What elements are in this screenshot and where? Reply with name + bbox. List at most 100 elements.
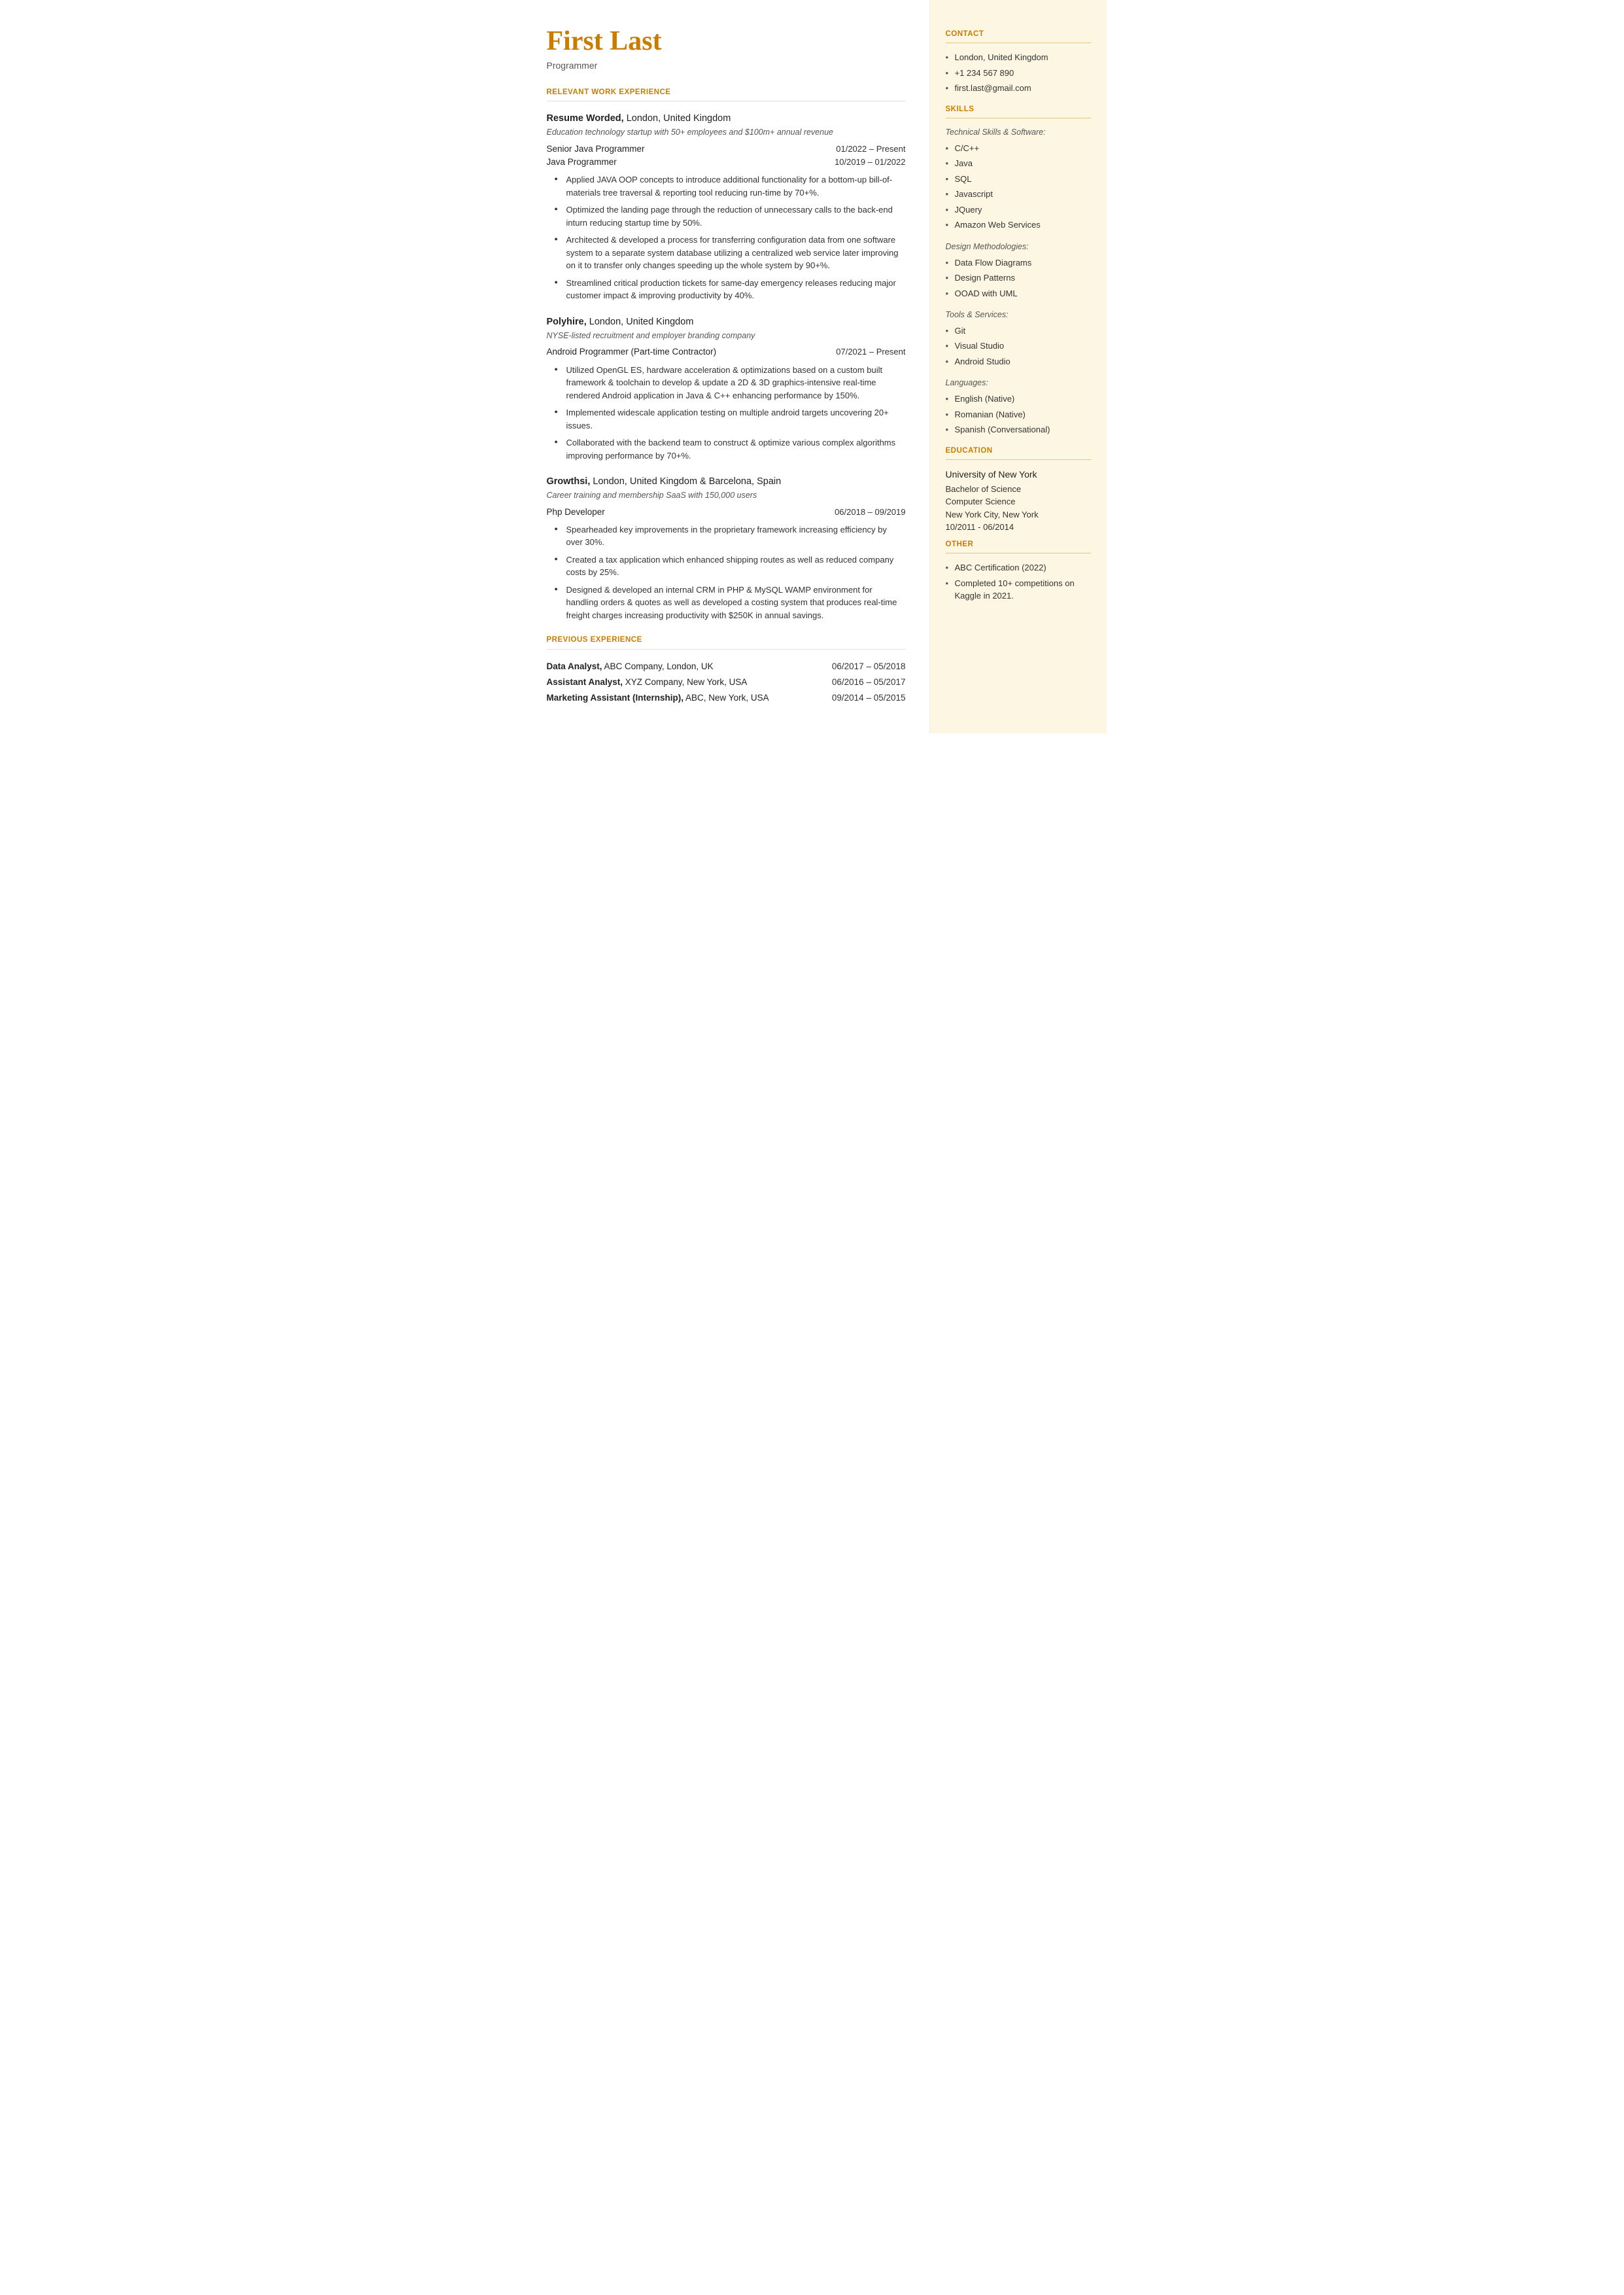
bullets-1: Applied JAVA OOP concepts to introduce a… <box>555 173 906 302</box>
bullet-1-2: Optimized the landing page through the r… <box>555 203 906 229</box>
candidate-title: Programmer <box>547 59 906 73</box>
prev-exp-row-2: Assistant Analyst, XYZ Company, New York… <box>547 676 906 689</box>
job-row-1b: Java Programmer 10/2019 – 01/2022 <box>547 156 906 169</box>
company-name-1: Resume Worded, London, United Kingdom <box>547 112 906 126</box>
field: Computer Science <box>946 495 1091 508</box>
candidate-name: First Last <box>547 26 906 56</box>
tools-skills-list: Git Visual Studio Android Studio <box>946 324 1091 368</box>
resume-page: First Last Programmer RELEVANT WORK EXPE… <box>518 0 1107 733</box>
skill-technical-5: JQuery <box>946 203 1091 217</box>
design-skills-list: Data Flow Diagrams Design Patterns OOAD … <box>946 256 1091 300</box>
prev-rest-3: ABC, New York, USA <box>683 693 769 703</box>
other-item-1: ABC Certification (2022) <box>946 561 1091 574</box>
design-label: Design Methodologies: <box>946 241 1091 253</box>
prev-title-2: Assistant Analyst, XYZ Company, New York… <box>547 676 748 689</box>
technical-label: Technical Skills & Software: <box>946 126 1091 139</box>
other-header: OTHER <box>946 539 1091 553</box>
bullets-3: Spearheaded key improvements in the prop… <box>555 523 906 622</box>
language-3: Spanish (Conversational) <box>946 423 1091 436</box>
relevant-work-header: RELEVANT WORK EXPERIENCE <box>547 87 906 101</box>
bullet-1-3: Architected & developed a process for tr… <box>555 234 906 272</box>
company-bold-2: Polyhire, <box>547 317 587 327</box>
prev-rest-2: XYZ Company, New York, USA <box>623 677 747 687</box>
company-name-3: Growthsi, London, United Kingdom & Barce… <box>547 475 906 489</box>
skill-design-2: Design Patterns <box>946 272 1091 285</box>
university-name: University of New York <box>946 468 1091 482</box>
bullet-1-1: Applied JAVA OOP concepts to introduce a… <box>555 173 906 199</box>
job-date-3a: 06/2018 – 09/2019 <box>835 506 905 519</box>
bullet-2-3: Collaborated with the backend team to co… <box>555 436 906 462</box>
contact-list: London, United Kingdom +1 234 567 890 fi… <box>946 51 1091 95</box>
skill-design-1: Data Flow Diagrams <box>946 256 1091 270</box>
previous-exp-header: PREVIOUS EXPERIENCE <box>547 635 906 649</box>
company-desc-3: Career training and membership SaaS with… <box>547 489 906 502</box>
company-name-2: Polyhire, London, United Kingdom <box>547 315 906 330</box>
left-column: First Last Programmer RELEVANT WORK EXPE… <box>518 0 930 733</box>
education-header: EDUCATION <box>946 446 1091 460</box>
company-bold-3: Growthsi, <box>547 476 591 487</box>
language-2: Romanian (Native) <box>946 408 1091 421</box>
company-bold-1: Resume Worded, <box>547 113 624 124</box>
bullets-2: Utilized OpenGL ES, hardware acceleratio… <box>555 364 906 463</box>
tools-label: Tools & Services: <box>946 309 1091 321</box>
prev-date-2: 06/2016 – 05/2017 <box>832 676 906 689</box>
contact-item-1: London, United Kingdom <box>946 51 1091 64</box>
prev-bold-1: Data Analyst, <box>547 661 602 671</box>
language-1: English (Native) <box>946 393 1091 406</box>
other-item-2: Completed 10+ competitions on Kaggle in … <box>946 577 1091 603</box>
skill-technical-3: SQL <box>946 173 1091 186</box>
job-date-1b: 10/2019 – 01/2022 <box>835 156 905 169</box>
right-column: CONTACT London, United Kingdom +1 234 56… <box>930 0 1107 733</box>
bullet-3-3: Designed & developed an internal CRM in … <box>555 584 906 622</box>
languages-label: Languages: <box>946 377 1091 389</box>
technical-skills-list: C/C++ Java SQL Javascript JQuery Amazon … <box>946 142 1091 232</box>
prev-bold-3: Marketing Assistant (Internship), <box>547 693 684 703</box>
job-title-3a: Php Developer <box>547 506 605 519</box>
company-desc-2: NYSE-listed recruitment and employer bra… <box>547 330 906 342</box>
contact-header: CONTACT <box>946 29 1091 43</box>
job-title-1b: Java Programmer <box>547 156 617 169</box>
bullet-3-1: Spearheaded key improvements in the prop… <box>555 523 906 549</box>
job-date-2a: 07/2021 – Present <box>836 345 905 359</box>
degree: Bachelor of Science <box>946 483 1091 496</box>
bullet-1-4: Streamlined critical production tickets … <box>555 277 906 302</box>
skill-technical-4: Javascript <box>946 188 1091 201</box>
job-title-2a: Android Programmer (Part-time Contractor… <box>547 345 717 359</box>
previous-roles: Data Analyst, ABC Company, London, UK 06… <box>547 660 906 705</box>
job-row-3a: Php Developer 06/2018 – 09/2019 <box>547 506 906 519</box>
job-row-2a: Android Programmer (Part-time Contractor… <box>547 345 906 359</box>
skill-technical-1: C/C++ <box>946 142 1091 155</box>
prev-exp-row-1: Data Analyst, ABC Company, London, UK 06… <box>547 660 906 673</box>
bullet-3-2: Created a tax application which enhanced… <box>555 553 906 579</box>
prev-exp-row-3: Marketing Assistant (Internship), ABC, N… <box>547 692 906 705</box>
skill-design-3: OOAD with UML <box>946 287 1091 300</box>
company-block-2: Polyhire, London, United Kingdom NYSE-li… <box>547 315 906 462</box>
company-rest-1: London, United Kingdom <box>624 113 731 124</box>
edu-dates: 10/2011 - 06/2014 <box>946 521 1091 534</box>
prev-title-1: Data Analyst, ABC Company, London, UK <box>547 660 714 673</box>
company-block-1: Resume Worded, London, United Kingdom Ed… <box>547 112 906 302</box>
company-rest-3: London, United Kingdom & Barcelona, Spai… <box>590 476 781 487</box>
company-rest-2: London, United Kingdom <box>587 317 694 327</box>
prev-date-3: 09/2014 – 05/2015 <box>832 692 906 705</box>
languages-list: English (Native) Romanian (Native) Spani… <box>946 393 1091 436</box>
bullet-2-2: Implemented widescale application testin… <box>555 406 906 432</box>
job-row-1a: Senior Java Programmer 01/2022 – Present <box>547 143 906 156</box>
education-block: University of New York Bachelor of Scien… <box>946 468 1091 534</box>
prev-bold-2: Assistant Analyst, <box>547 677 623 687</box>
company-block-3: Growthsi, London, United Kingdom & Barce… <box>547 475 906 622</box>
skill-technical-2: Java <box>946 157 1091 170</box>
prev-date-1: 06/2017 – 05/2018 <box>832 660 906 673</box>
skill-tools-1: Git <box>946 324 1091 338</box>
contact-item-3: first.last@gmail.com <box>946 82 1091 95</box>
skill-tools-2: Visual Studio <box>946 340 1091 353</box>
job-title-1a: Senior Java Programmer <box>547 143 645 156</box>
job-date-1a: 01/2022 – Present <box>836 143 905 156</box>
skill-tools-3: Android Studio <box>946 355 1091 368</box>
skills-header: SKILLS <box>946 104 1091 118</box>
company-desc-1: Education technology startup with 50+ em… <box>547 126 906 139</box>
other-list: ABC Certification (2022) Completed 10+ c… <box>946 561 1091 603</box>
prev-title-3: Marketing Assistant (Internship), ABC, N… <box>547 692 769 705</box>
prev-rest-1: ABC Company, London, UK <box>602 661 714 671</box>
skill-technical-6: Amazon Web Services <box>946 219 1091 232</box>
